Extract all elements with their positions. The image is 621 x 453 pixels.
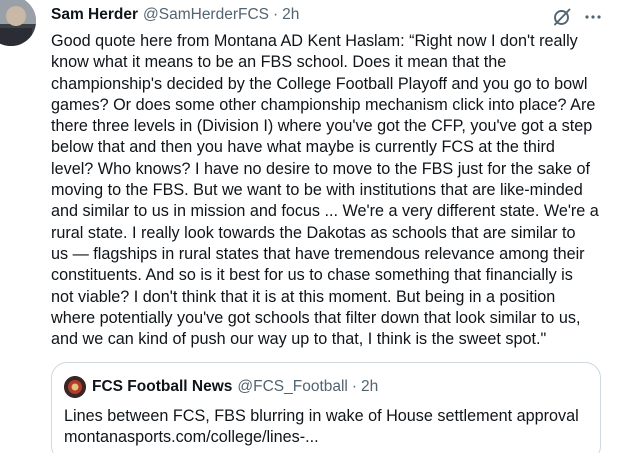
quoted-tweet-header: FCS Football News @FCS_Football · 2h	[64, 376, 590, 398]
grok-icon[interactable]	[552, 7, 572, 27]
quoted-author-handle[interactable]: @FCS_Football	[237, 378, 348, 396]
quoted-author-avatar[interactable]	[64, 376, 86, 398]
tweet-timestamp[interactable]: 2h	[282, 6, 299, 24]
author-avatar[interactable]	[0, 0, 36, 46]
quoted-tweet-timestamp[interactable]: 2h	[361, 378, 378, 396]
quoted-tweet-card[interactable]: FCS Football News @FCS_Football · 2h Lin…	[51, 362, 601, 453]
tweet-text: Good quote here from Montana AD Kent Has…	[51, 32, 599, 349]
author-name[interactable]: Sam Herder	[51, 6, 138, 24]
author-handle[interactable]: @SamHerderFCS	[143, 6, 269, 24]
tweet-header: Sam Herder @SamHerderFCS · 2h	[51, 6, 621, 28]
quoted-tweet-link[interactable]: montanasports.com/college/lines-...	[64, 427, 590, 448]
quoted-tweet-title: Lines between FCS, FBS blurring in wake …	[64, 407, 579, 425]
quoted-tweet-body: Lines between FCS, FBS blurring in wake …	[64, 406, 590, 449]
separator-dot: ·	[351, 378, 358, 395]
quoted-author-name[interactable]: FCS Football News	[92, 378, 232, 396]
separator-dot: ·	[273, 6, 279, 23]
more-options-icon[interactable]	[583, 9, 603, 25]
tweet[interactable]: Sam Herder @SamHerderFCS · 2h Good quote…	[0, 0, 621, 453]
